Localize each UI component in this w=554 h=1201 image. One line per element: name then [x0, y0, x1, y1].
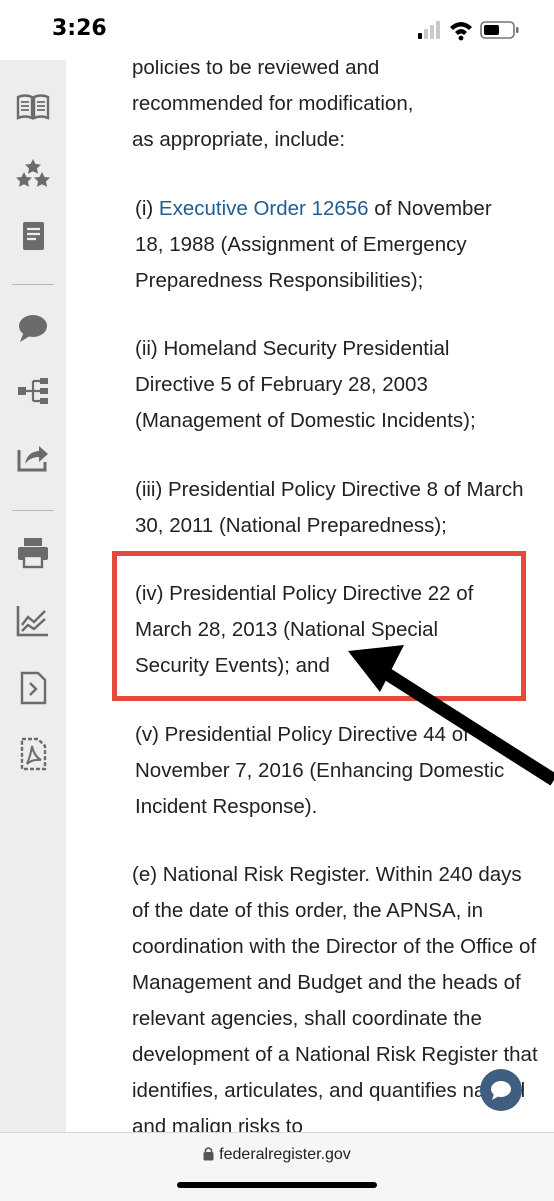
home-indicator [177, 1182, 377, 1188]
url-display[interactable]: federalregister.gov [0, 1146, 554, 1164]
browser-url-bar[interactable]: federalregister.gov [0, 1132, 554, 1201]
annotation-arrow [348, 645, 554, 786]
chat-button[interactable] [480, 1069, 522, 1111]
chat-bubble-icon [491, 1081, 511, 1100]
url-text: federalregister.gov [219, 1146, 351, 1163]
lock-icon [203, 1147, 214, 1161]
